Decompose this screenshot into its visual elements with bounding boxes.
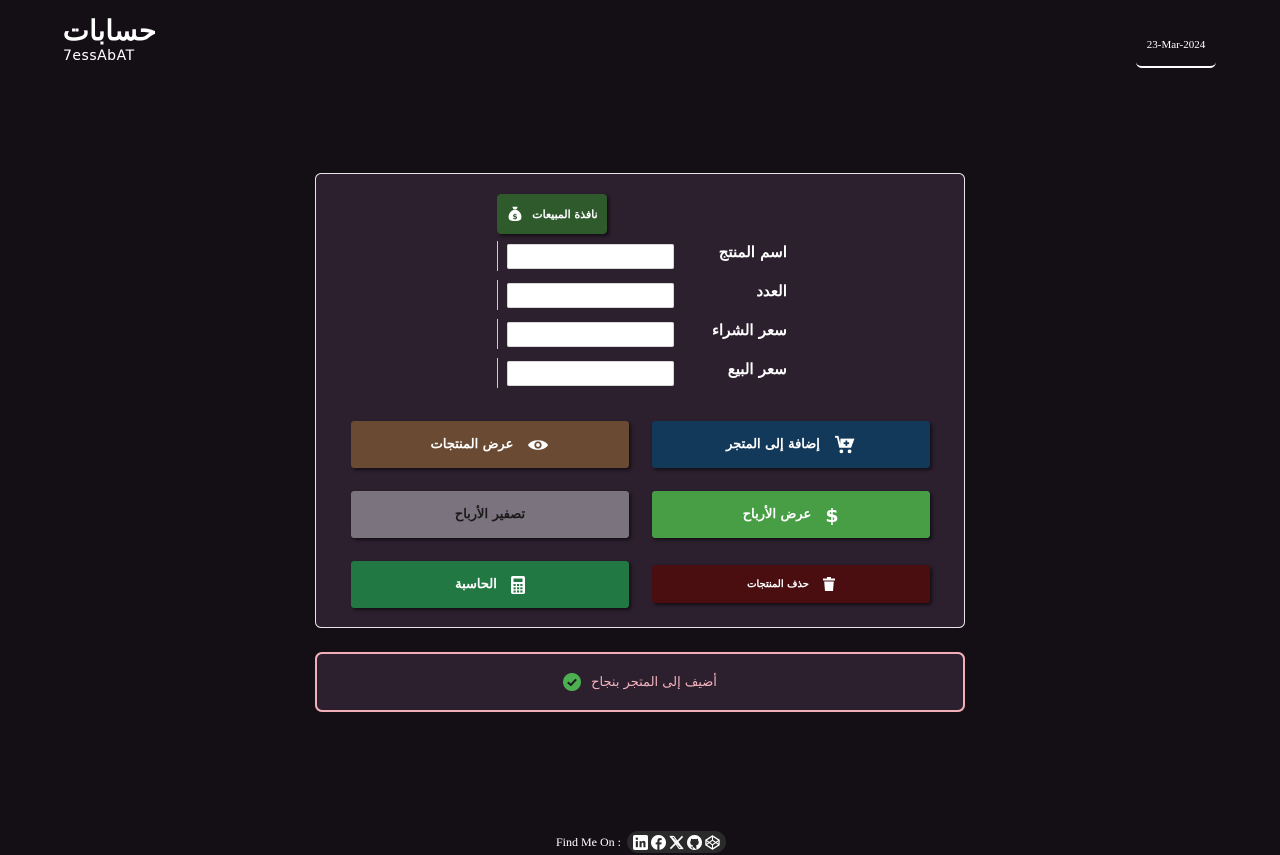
facebook-icon[interactable] bbox=[651, 834, 667, 850]
reset-profits-label: تصفير الأرباح bbox=[454, 507, 526, 522]
calculator-label: الحاسبة bbox=[455, 577, 497, 592]
sale-price-label: سعر البيع bbox=[727, 360, 787, 378]
brand-title-en: 7essAbAT bbox=[63, 48, 135, 64]
sales-window-button[interactable]: نافذة المبيعات $ bbox=[497, 194, 607, 234]
codepen-icon[interactable] bbox=[705, 834, 720, 850]
quantity-input[interactable] bbox=[507, 283, 674, 308]
x-icon[interactable] bbox=[669, 835, 684, 850]
success-alert: أضيف إلى المتجر بنجاح bbox=[315, 652, 965, 712]
divider bbox=[497, 358, 498, 388]
divider bbox=[497, 280, 498, 310]
calculator-button[interactable]: الحاسبة bbox=[351, 561, 629, 608]
product-form-card: نافذة المبيعات $ اسم المنتج العدد سعر ال… bbox=[315, 173, 965, 628]
product-name-label: اسم المنتج bbox=[718, 243, 787, 261]
calculator-icon bbox=[510, 575, 525, 594]
quantity-row: العدد bbox=[497, 280, 787, 310]
brand-logo: حسابات 7essAbAT bbox=[63, 14, 157, 64]
view-profits-button[interactable]: $ عرض الأرباح bbox=[652, 491, 930, 538]
svg-text:$: $ bbox=[513, 212, 518, 221]
dollar-icon: $ bbox=[825, 505, 839, 525]
brand-title-ar: حسابات bbox=[63, 14, 157, 47]
purchase-price-label: سعر الشراء bbox=[712, 321, 787, 339]
reset-profits-button[interactable]: تصفير الأرباح bbox=[351, 491, 629, 538]
date-display: 23-Mar-2024 bbox=[1136, 32, 1216, 68]
product-name-input[interactable] bbox=[507, 244, 674, 269]
sale-price-row: سعر البيع bbox=[497, 358, 787, 388]
money-bag-icon: $ bbox=[506, 205, 524, 223]
view-products-label: عرض المنتجات bbox=[430, 437, 514, 452]
delete-products-button[interactable]: حذف المنتجات bbox=[652, 565, 930, 603]
svg-text:$: $ bbox=[826, 505, 839, 525]
purchase-price-row: سعر الشراء bbox=[497, 319, 787, 349]
cart-plus-icon bbox=[834, 435, 856, 455]
footer-social: Find Me On : bbox=[556, 830, 727, 854]
delete-products-label: حذف المنتجات bbox=[747, 578, 809, 590]
divider bbox=[497, 319, 498, 349]
divider bbox=[497, 241, 498, 271]
github-icon[interactable] bbox=[687, 834, 703, 850]
linkedin-icon[interactable] bbox=[633, 834, 649, 850]
product-name-row: اسم المنتج bbox=[497, 241, 787, 271]
eye-icon bbox=[527, 437, 549, 453]
social-links bbox=[627, 831, 727, 853]
view-products-button[interactable]: عرض المنتجات bbox=[351, 421, 629, 468]
check-circle-icon bbox=[563, 673, 582, 691]
add-to-store-label: إضافة إلى المتجر bbox=[726, 437, 820, 452]
sale-price-input[interactable] bbox=[507, 361, 674, 386]
find-me-label: Find Me On : bbox=[556, 834, 622, 849]
quantity-label: العدد bbox=[756, 282, 787, 300]
trash-icon bbox=[822, 577, 835, 591]
add-to-store-button[interactable]: إضافة إلى المتجر bbox=[652, 421, 930, 468]
purchase-price-input[interactable] bbox=[507, 322, 674, 347]
success-message: أضيف إلى المتجر بنجاح bbox=[591, 674, 717, 690]
view-profits-label: عرض الأرباح bbox=[742, 507, 812, 522]
sales-window-label: نافذة المبيعات bbox=[532, 207, 598, 221]
